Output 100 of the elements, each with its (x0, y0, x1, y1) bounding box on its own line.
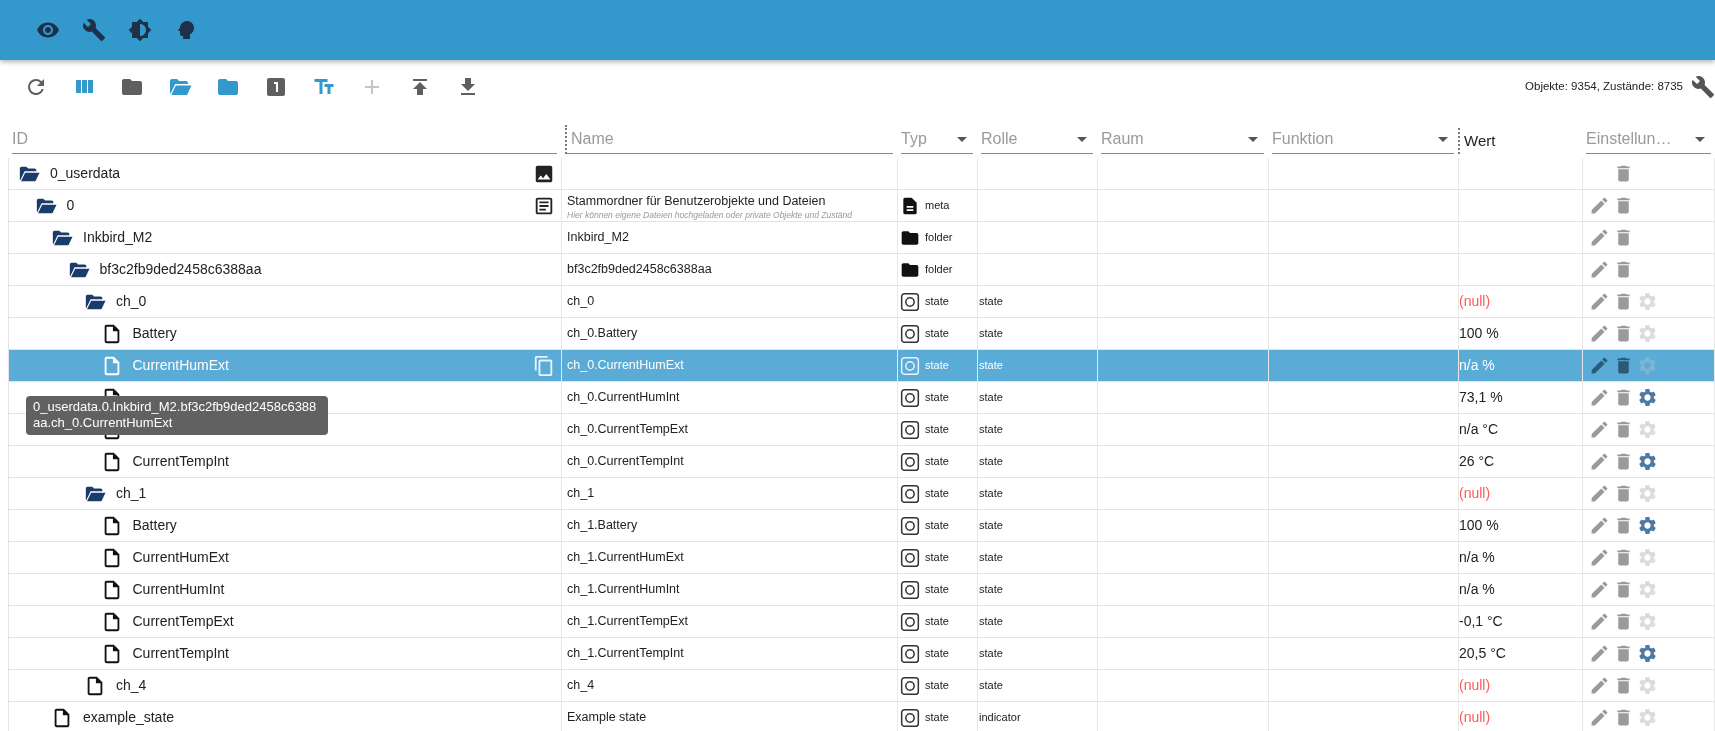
edit-icon[interactable] (1589, 227, 1610, 248)
object-type: state (925, 326, 949, 342)
object-type: folder (925, 262, 953, 278)
object-role: state (979, 358, 1003, 374)
table-row[interactable]: 0 Stammordner für Benutzerobjekte und Dateien Hier können eigene Dateien hochgeladen oder private Objekte und Zuständ meta (8, 190, 1715, 222)
object-id: CurrentHumExt (132, 548, 229, 567)
edit-icon[interactable] (1589, 611, 1610, 632)
caret-icon (1077, 136, 1087, 142)
table-row[interactable]: Battery ch_1.Battery state state 100 % (8, 510, 1715, 542)
object-name: ch_1 (567, 485, 595, 503)
object-role: state (979, 646, 1003, 662)
caret-icon (1438, 136, 1448, 142)
state-icon (900, 643, 920, 664)
object-value: (null) (1459, 708, 1491, 727)
object-name: ch_1.CurrentHumInt (567, 581, 680, 599)
edit-icon[interactable] (1589, 419, 1610, 440)
state-icon (900, 675, 920, 696)
settings-icon[interactable] (1637, 451, 1658, 472)
object-role: state (979, 326, 1003, 342)
object-role: indicator (979, 710, 1021, 726)
state-icon (900, 547, 920, 568)
copy-icon[interactable] (533, 354, 555, 377)
edit-icon[interactable] (1589, 707, 1610, 728)
object-name: Example state (567, 709, 647, 727)
state-icon (900, 579, 920, 600)
wrench-icon[interactable] (1691, 75, 1715, 99)
object-value: n/a % (1459, 548, 1495, 567)
edit-icon[interactable] (1589, 323, 1610, 344)
object-name: ch_0.CurrentTempInt (567, 453, 684, 471)
object-type: state (925, 646, 949, 662)
brightness-icon[interactable] (128, 18, 152, 42)
table-row[interactable]: ch_4 ch_4 state state (null) (8, 670, 1715, 702)
object-id: CurrentTempInt (132, 644, 229, 663)
number-one-icon (264, 75, 288, 99)
object-name: ch_1.CurrentHumExt (567, 549, 684, 567)
object-role: state (979, 454, 1003, 470)
table-row[interactable]: CurrentTempInt ch_0.CurrentTempInt state state 26 °C (8, 446, 1715, 478)
tooltip: 0_userdata.0.Inkbird_M2.bf3c2fb9ded2458c6388aa.ch_0.CurrentHumExt (26, 396, 328, 435)
edit-icon[interactable] (1589, 451, 1610, 472)
edit-icon[interactable] (1589, 643, 1610, 664)
wrench-icon[interactable] (82, 18, 106, 42)
edit-icon[interactable] (1589, 675, 1610, 696)
table-row[interactable]: CurrentTempInt ch_1.CurrentTempInt state state 20,5 °C (8, 638, 1715, 670)
table-row[interactable]: 0_userdata (8, 158, 1715, 190)
edit-icon[interactable] (1589, 579, 1610, 600)
object-value: n/a °C (1459, 420, 1499, 439)
table-row[interactable]: CurrentHumInt ch_1.CurrentHumInt state state n/a % (8, 574, 1715, 606)
table-row[interactable]: CurrentTempExt ch_1.CurrentTempExt state state -0,1 °C (8, 606, 1715, 638)
object-name: ch_0.Battery (567, 325, 638, 343)
object-name: Inkbird_M2 (567, 229, 629, 247)
edit-icon[interactable] (1589, 195, 1610, 216)
object-name: ch_0.CurrentTempExt (567, 421, 688, 439)
table-row[interactable]: ch_0 ch_0 state state (null) (8, 286, 1715, 318)
column-header: Wert (1458, 127, 1578, 154)
settings-icon[interactable] (1637, 387, 1658, 408)
object-type: state (925, 390, 949, 406)
object-type: state (925, 614, 949, 630)
state-icon (900, 291, 920, 312)
object-type: meta (925, 198, 950, 214)
object-id: CurrentTempExt (132, 612, 234, 631)
object-role: state (979, 518, 1003, 534)
object-name: ch_0 (567, 293, 595, 311)
object-id: Battery (132, 324, 177, 343)
object-role: state (979, 486, 1003, 502)
object-id: CurrentHumExt (132, 356, 229, 375)
object-type: state (925, 454, 949, 470)
state-icon (900, 515, 920, 536)
object-type: state (925, 710, 949, 726)
settings-icon[interactable] (1637, 515, 1658, 536)
object-value: n/a % (1459, 580, 1495, 599)
object-type: state (925, 358, 949, 374)
table-row[interactable]: CurrentHumExt ch_1.CurrentHumExt state state n/a % (8, 542, 1715, 574)
object-type: state (925, 550, 949, 566)
caret-icon (1248, 136, 1258, 142)
edit-icon[interactable] (1589, 291, 1610, 312)
caret-icon (957, 136, 967, 142)
table-row[interactable]: example_state Example state state indicator (null) (8, 702, 1715, 731)
settings-icon[interactable] (1637, 643, 1658, 664)
object-type: state (925, 582, 949, 598)
edit-icon[interactable] (1589, 483, 1610, 504)
filter-field[interactable]: Name (565, 125, 893, 154)
object-id: ch_0 (116, 292, 147, 311)
edit-icon[interactable] (1589, 547, 1610, 568)
filter-field[interactable]: ID (12, 125, 557, 154)
state-icon (900, 323, 920, 344)
object-name: ch_0.CurrentHumInt (567, 389, 680, 407)
edit-icon[interactable] (1589, 355, 1610, 376)
object-role: state (979, 390, 1003, 406)
table-row[interactable]: ch_1 ch_1 state state (null) (8, 478, 1715, 510)
object-value: n/a % (1459, 356, 1495, 375)
object-value: (null) (1459, 484, 1491, 503)
table-row[interactable]: Inkbird_M2 Inkbird_M2 folder (8, 222, 1715, 254)
object-id: Battery (132, 516, 177, 535)
table-row[interactable]: bf3c2fb9ded2458c6388aa bf3c2fb9ded2458c6388aa folder (8, 254, 1715, 286)
object-role: state (979, 422, 1003, 438)
edit-icon[interactable] (1589, 387, 1610, 408)
edit-icon[interactable] (1589, 515, 1610, 536)
edit-icon[interactable] (1589, 259, 1610, 280)
object-value: (null) (1459, 676, 1491, 695)
object-id: ch_4 (116, 676, 147, 695)
